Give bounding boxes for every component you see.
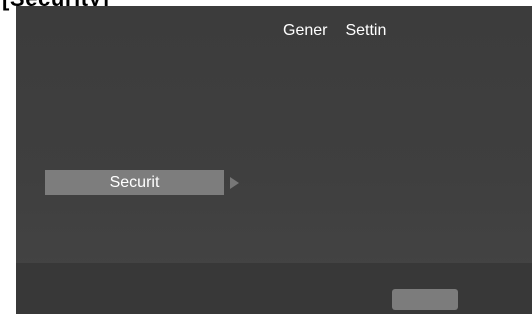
footer-bar bbox=[16, 263, 532, 314]
tab-settings[interactable]: Settin bbox=[345, 22, 386, 40]
settings-window: Gener Settin Securit bbox=[16, 6, 532, 314]
security-menu-label: Securit bbox=[109, 174, 160, 191]
security-menu-item[interactable]: Securit bbox=[45, 170, 224, 195]
tab-general[interactable]: Gener bbox=[283, 22, 327, 40]
security-screen: [Security] Gener Settin Securit bbox=[0, 0, 532, 314]
chevron-right-icon bbox=[230, 177, 239, 189]
footer-button[interactable] bbox=[392, 289, 458, 310]
top-tabs: Gener Settin bbox=[283, 22, 386, 40]
